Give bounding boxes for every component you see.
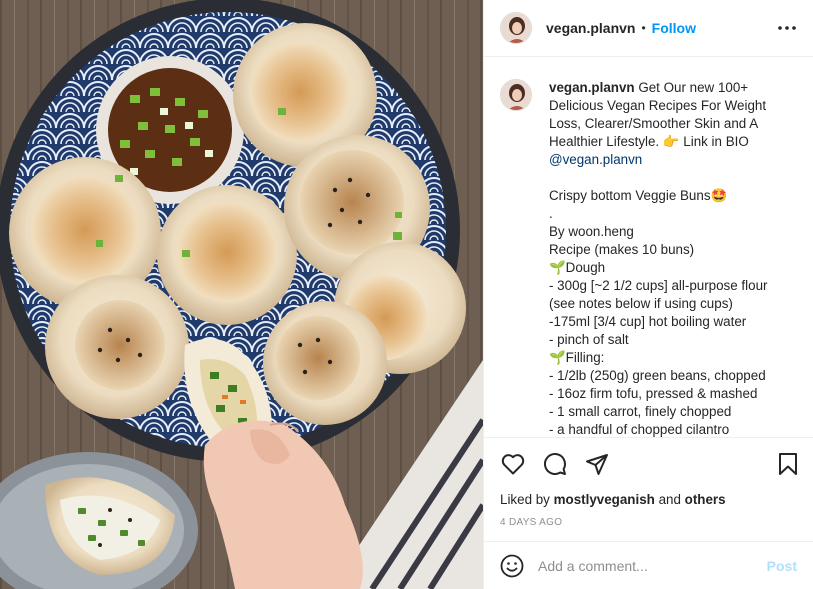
post-comment-button[interactable]: Post: [767, 558, 797, 574]
caption-mention[interactable]: @vegan.planvn: [549, 152, 642, 167]
avatar-image: [501, 13, 531, 43]
comment-icon[interactable]: [542, 451, 568, 477]
post-header: vegan.planvn • Follow: [484, 0, 813, 57]
post-side-panel: vegan.planvn • Follow vegan.planvn Get O…: [483, 0, 813, 589]
caption-body: Crispy bottom Veggie Buns🤩 . By woon.hen…: [549, 188, 768, 437]
share-icon[interactable]: [584, 451, 610, 477]
likes-others[interactable]: others: [685, 492, 726, 507]
caption-avatar[interactable]: [500, 79, 532, 111]
header-username[interactable]: vegan.planvn: [546, 20, 635, 36]
avatar-image: [501, 80, 531, 110]
follow-button[interactable]: Follow: [652, 20, 696, 36]
more-horizontal-icon[interactable]: [775, 16, 799, 40]
action-bar: [484, 437, 813, 490]
caption-text: vegan.planvn Get Our new 100+ Delicious …: [549, 79, 797, 437]
heart-icon[interactable]: [500, 451, 526, 477]
caption-username[interactable]: vegan.planvn: [549, 80, 635, 95]
caption-area: vegan.planvn Get Our new 100+ Delicious …: [484, 57, 813, 437]
post-timestamp[interactable]: 4 DAYS AGO: [484, 510, 813, 536]
avatar[interactable]: [500, 12, 532, 44]
comment-input[interactable]: [538, 557, 767, 574]
likes-prefix: Liked by: [500, 492, 550, 507]
post-photo[interactable]: [0, 0, 483, 589]
liked-by-user[interactable]: mostlyveganish: [554, 492, 655, 507]
instagram-post: vegan.planvn • Follow vegan.planvn Get O…: [0, 0, 813, 589]
likes-line: Liked by mostlyveganish and others: [484, 490, 813, 510]
food-photo-illustration: [0, 0, 483, 589]
bookmark-icon[interactable]: [775, 451, 801, 477]
header-separator: •: [641, 21, 646, 35]
emoji-icon[interactable]: [500, 554, 524, 578]
comment-box: Post: [484, 541, 813, 589]
likes-joiner: and: [658, 492, 681, 507]
